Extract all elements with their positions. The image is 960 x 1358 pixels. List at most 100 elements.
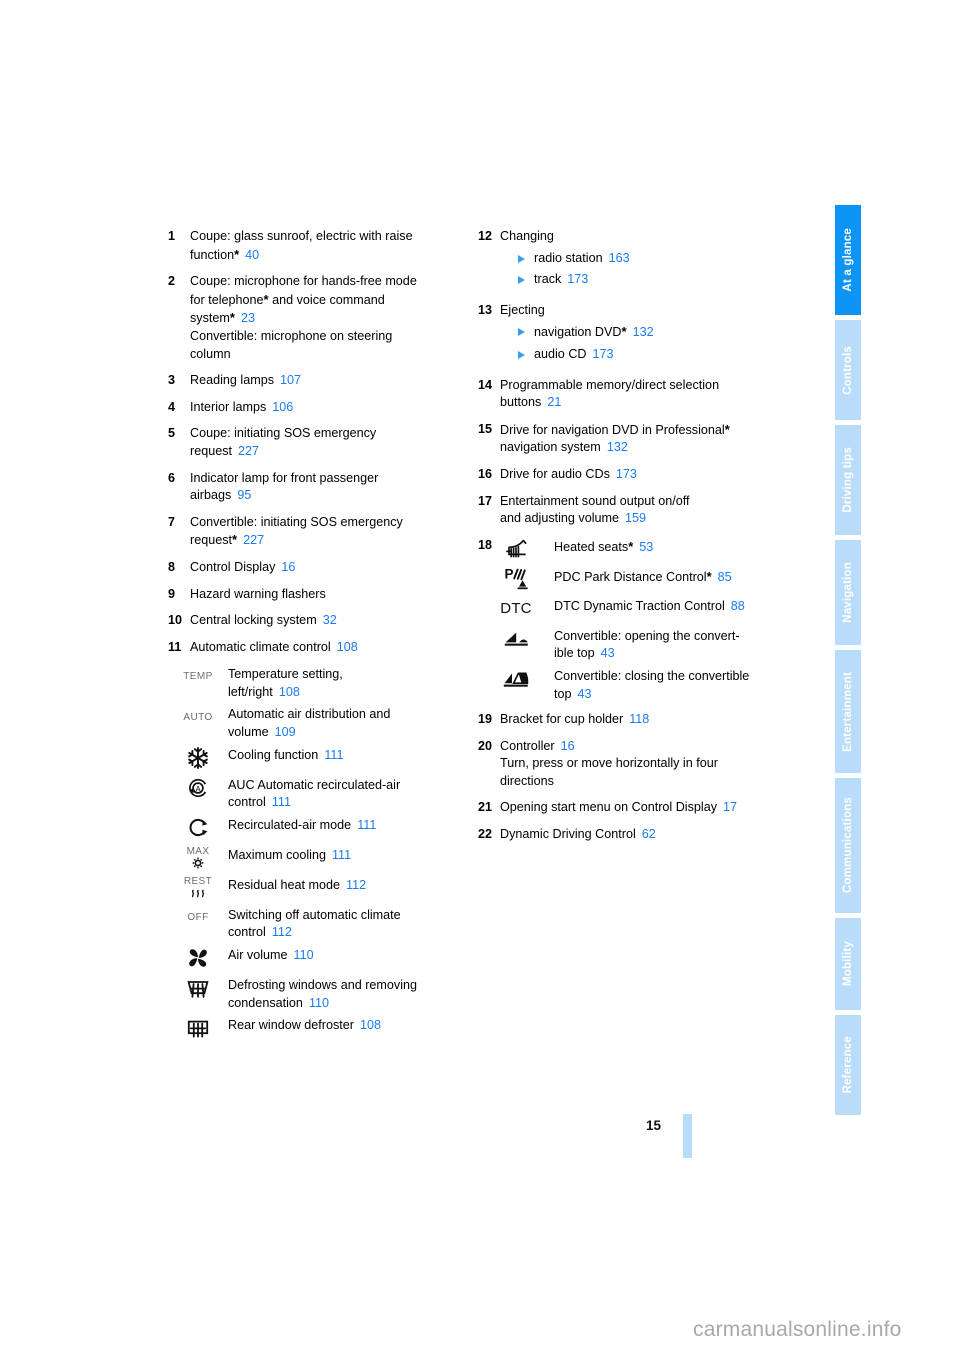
item-text: Coupe: initiating SOS emergency	[190, 426, 377, 441]
icon-row-line: Rear window defroster 108	[228, 1018, 382, 1033]
item-text: request	[190, 443, 233, 458]
page-reference[interactable]: 112	[272, 925, 292, 939]
page-reference[interactable]: 227	[238, 444, 259, 458]
page-reference[interactable]: 111	[272, 795, 291, 809]
page-reference[interactable]: 118	[629, 712, 649, 726]
page-reference[interactable]: 109	[275, 725, 296, 739]
page-reference[interactable]: 108	[279, 685, 300, 699]
item-text: Coupe: microphone for hands-free mode	[190, 274, 417, 289]
page-reference[interactable]: 16	[281, 560, 295, 574]
sidebar-tab-label: Navigation	[842, 562, 854, 623]
sidebar-tab-navigation[interactable]: Navigation	[835, 540, 861, 645]
item-line: Changing	[500, 228, 788, 246]
page-reference[interactable]: 132	[607, 440, 628, 454]
page-reference[interactable]: 62	[642, 827, 656, 841]
icon-row-line: PDC Park Distance Control* 85	[554, 568, 732, 584]
sub-item-text: audio CD	[534, 346, 587, 361]
item-line: request 227	[190, 443, 468, 461]
item-line: Convertible: microphone on steering	[190, 328, 468, 346]
page-reference[interactable]: 53	[639, 540, 653, 554]
sidebar-tab-entertainment[interactable]: Entertainment	[835, 650, 861, 773]
page-reference[interactable]: 163	[609, 251, 630, 265]
recirculated-air-icon	[168, 816, 228, 840]
page-reference[interactable]: 17	[723, 800, 737, 814]
group18-icon-row: Convertible: opening the convert-ible to…	[478, 627, 788, 663]
item-text: Dynamic Driving Control	[500, 827, 636, 842]
page-reference[interactable]: 40	[245, 248, 259, 262]
page-reference[interactable]: 112	[346, 878, 366, 892]
icon-row-line: Defrosting windows and removing	[228, 978, 417, 993]
page-reference[interactable]: 16	[561, 739, 575, 753]
page-reference[interactable]: 173	[593, 347, 614, 361]
svg-text:P: P	[505, 567, 514, 582]
sidebar-tab-driving-tips[interactable]: Driving tips	[835, 425, 861, 535]
icon-row-line: Convertible: closing the convertible	[554, 668, 750, 683]
item-line: and adjusting volume 159	[500, 510, 788, 528]
climate-icon-row: Air volume 110	[168, 946, 468, 972]
page-reference[interactable]: 21	[547, 395, 561, 409]
page-reference[interactable]: 43	[578, 687, 592, 701]
page-reference[interactable]: 88	[731, 599, 745, 613]
temp-text-icon: TEMP	[183, 671, 213, 683]
page-reference[interactable]: 110	[294, 948, 314, 962]
page-reference[interactable]: 95	[237, 488, 251, 502]
triangle-bullet-icon	[518, 328, 534, 342]
page-reference[interactable]: 32	[323, 613, 337, 627]
sidebar-tab-at-a-glance[interactable]: At a glance	[835, 205, 861, 315]
sidebar-tab-reference[interactable]: Reference	[835, 1015, 861, 1115]
numbered-item: 14 Programmable memory/direct selection bu…	[478, 377, 788, 412]
item-number: 3	[168, 373, 176, 388]
item-text: Ejecting	[500, 302, 545, 317]
icon-row-text: Automatic air distribution and volume 109	[228, 705, 468, 741]
page-reference[interactable]: 227	[243, 533, 264, 547]
item-text: request	[190, 533, 233, 548]
section-tab-rail[interactable]: At a glance Controls Driving tips Navigatio…	[835, 205, 861, 1160]
item-text: Bracket for cup holder	[500, 712, 624, 727]
page-reference[interactable]: 132	[633, 325, 654, 339]
page-reference[interactable]: 23	[241, 311, 255, 325]
sub-item-body: audio CD 173	[534, 346, 614, 364]
sidebar-tab-mobility[interactable]: Mobility	[835, 918, 861, 1010]
page-reference[interactable]: 108	[360, 1018, 381, 1032]
page-reference[interactable]: 111	[332, 848, 351, 862]
item-number: 12	[478, 229, 493, 243]
item-number: 10	[168, 613, 183, 628]
item-line: Entertainment sound output on/off	[500, 493, 788, 511]
sub-item: track 173	[500, 271, 788, 289]
item-line: Hazard warning flashers	[190, 586, 468, 604]
sidebar-tab-controls[interactable]: Controls	[835, 320, 861, 420]
sidebar-tab-label: Entertainment	[842, 671, 854, 752]
dtc-text-icon: DTC	[500, 599, 532, 617]
page-reference[interactable]: 106	[272, 400, 293, 414]
page-reference[interactable]: 173	[567, 272, 588, 286]
auto-text-icon: AUTO	[183, 711, 213, 723]
sidebar-tab-label: Mobility	[842, 941, 854, 987]
item-line: Opening start menu on Control Display 17	[500, 799, 788, 817]
optional-equipment-asterisk: *	[706, 568, 712, 584]
item-text: Opening start menu on Control Display	[500, 800, 718, 815]
page-reference[interactable]: 159	[625, 511, 646, 525]
item-body: Reading lamps 107	[190, 372, 468, 390]
page-reference[interactable]: 111	[324, 748, 343, 762]
item-line: navigation system 132	[500, 439, 788, 457]
sidebar-tab-label: Communications	[842, 797, 854, 894]
optional-equipment-asterisk: *	[234, 246, 240, 262]
icon-row-line: volume 109	[228, 725, 296, 740]
optional-equipment-asterisk: *	[628, 538, 634, 554]
svg-text:A: A	[195, 783, 201, 793]
page-reference[interactable]: 111	[357, 818, 376, 832]
page-reference[interactable]: 173	[616, 467, 637, 481]
item-body: Controller 16 Turn, press or move horizont…	[500, 738, 788, 791]
page-reference[interactable]: 107	[280, 373, 301, 387]
sidebar-tab-communications[interactable]: Communications	[835, 778, 861, 913]
sub-item-body: navigation DVD* 132	[534, 323, 654, 342]
right-items-top-list: 12 Changing radio station 163 track 173 13 Ejec…	[478, 228, 788, 528]
page-reference[interactable]: 110	[309, 996, 329, 1010]
page-reference[interactable]: 108	[337, 640, 358, 654]
page-reference[interactable]: 43	[601, 646, 615, 660]
rear-window-defroster-icon	[168, 1016, 228, 1040]
page-reference[interactable]: 85	[718, 570, 732, 584]
item-number: 17	[478, 493, 493, 508]
item-text: and adjusting volume	[500, 511, 620, 526]
max-cooling-icon: MAX	[168, 846, 228, 870]
